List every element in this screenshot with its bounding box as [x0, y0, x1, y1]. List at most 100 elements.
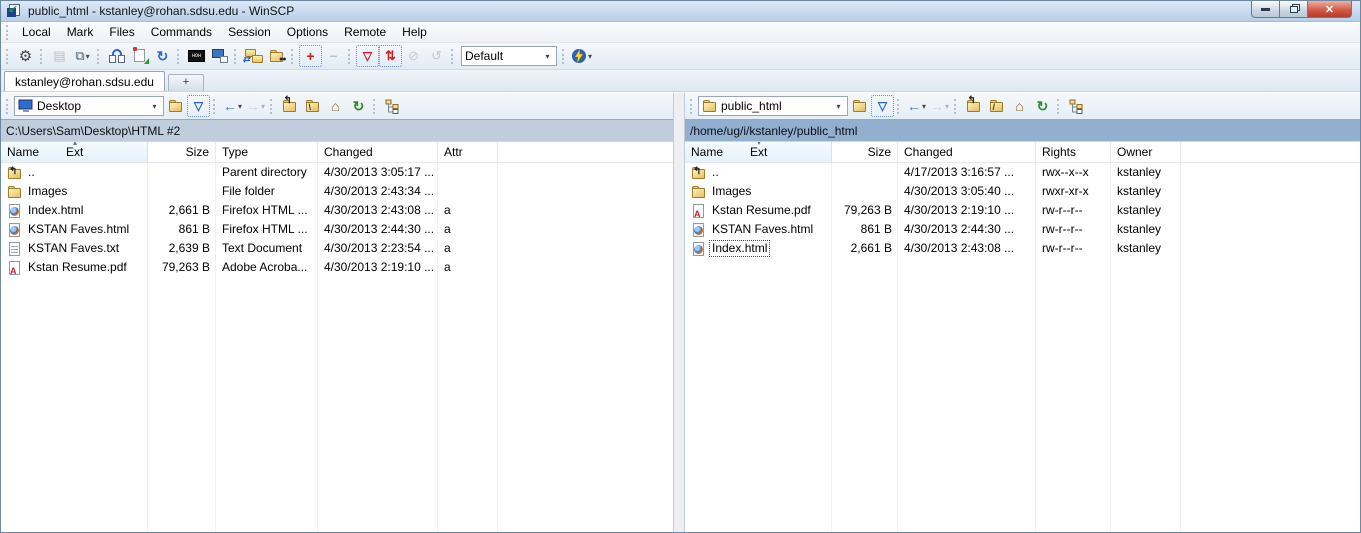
back-arrow-icon: ← [223, 98, 237, 114]
column-header-size[interactable]: Size [148, 142, 216, 162]
home-icon: ⌂ [1015, 98, 1023, 114]
remote-list-header: Name Ext ▾ Size Changed Rights Owner [685, 142, 1360, 163]
chevron-down-icon: ▾ [833, 102, 844, 111]
synchronize-button[interactable]: ⇄ [242, 45, 265, 67]
column-header-size[interactable]: Size [832, 142, 898, 162]
remote-directory-combo[interactable]: public_html ▾ [698, 96, 848, 116]
local-selector-value: Desktop [37, 99, 146, 113]
cell-type: File folder [216, 182, 318, 201]
file-name: Index.html [710, 241, 769, 256]
sort-transfer-button[interactable]: ⇅ [379, 45, 402, 67]
remote-refresh-button[interactable]: ↻ [1031, 95, 1054, 117]
column-header-ext[interactable]: Ext [66, 145, 83, 159]
local-open-directory-button[interactable] [164, 95, 187, 117]
cell-name: KSTAN Faves.html [1, 220, 148, 239]
open-folder-icon [852, 98, 868, 114]
file-name: Kstan Resume.pdf [710, 203, 813, 218]
lightning-dropdown-button[interactable]: ▾ [570, 45, 593, 67]
open-terminal-button[interactable] [208, 45, 231, 67]
local-refresh-button[interactable]: ↻ [347, 95, 370, 117]
file-row[interactable]: KSTAN Faves.txt2,639 BText Document4/30/… [1, 239, 673, 258]
remote-parent-directory-button[interactable]: ↰ [962, 95, 985, 117]
compare-directories-button[interactable] [128, 45, 151, 67]
local-back-button[interactable]: ←▾ [221, 95, 244, 117]
cell-attr [438, 163, 498, 182]
cell-name: ↰.. [1, 163, 148, 182]
column-header-name[interactable]: Name Ext ▾ [685, 142, 832, 162]
session-tab[interactable]: kstanley@rohan.sdsu.edu [4, 71, 165, 91]
remote-path-bar[interactable]: /home/ug/i/kstanley/public_html [685, 119, 1360, 141]
cell-size [832, 163, 898, 182]
window-title: public_html - kstanley@rohan.sdsu.edu - … [28, 4, 294, 18]
column-header-name[interactable]: Name Ext ▴ [1, 142, 148, 162]
menu-item-local[interactable]: Local [14, 23, 59, 41]
remote-file-list: Name Ext ▾ Size Changed Rights Owner ↰..… [685, 141, 1360, 532]
column-header-ext[interactable]: Ext [750, 145, 767, 159]
panel-splitter[interactable] [673, 93, 685, 532]
remote-root-directory-button[interactable]: / [985, 95, 1008, 117]
local-tree-button[interactable] [381, 95, 404, 117]
close-button[interactable]: ✕ [1307, 1, 1352, 18]
file-row[interactable]: ↰..4/17/2013 3:16:57 ...rwx--x--xkstanle… [685, 163, 1360, 182]
cell-name: KSTAN Faves.html [685, 220, 832, 239]
column-header-changed[interactable]: Changed [318, 142, 438, 162]
cell-size: 861 B [148, 220, 216, 239]
file-row[interactable]: Index.html2,661 B4/30/2013 2:43:08 ...rw… [685, 239, 1360, 258]
transfer-settings-combo[interactable]: Default ▾ [461, 46, 557, 66]
slash-circle-icon: ⊘ [408, 48, 419, 64]
toolbar-gripper [1057, 99, 1062, 114]
firefox-icon [691, 241, 707, 257]
duplicate-session-button[interactable]: ⧉▾ [71, 45, 94, 67]
local-filter-button[interactable]: ▽ [187, 95, 210, 117]
column-header-owner[interactable]: Owner [1111, 142, 1181, 162]
cell-size [832, 182, 898, 201]
file-row[interactable]: AKstan Resume.pdf79,263 B4/30/2013 2:19:… [685, 201, 1360, 220]
new-session-tab-button[interactable]: + [168, 74, 204, 91]
restore-button[interactable] [1279, 1, 1308, 18]
file-row[interactable]: KSTAN Faves.html861 B4/30/2013 2:44:30 .… [685, 220, 1360, 239]
menu-item-mark[interactable]: Mark [59, 23, 102, 41]
remote-back-button[interactable]: ←▾ [905, 95, 928, 117]
titlebar[interactable]: ↙ public_html - kstanley@rohan.sdsu.edu … [1, 1, 1360, 22]
synchronize-panels-button[interactable] [105, 45, 128, 67]
file-row[interactable]: Index.html2,661 BFirefox HTML ...4/30/20… [1, 201, 673, 220]
cell-name: AKstan Resume.pdf [685, 201, 832, 220]
remote-filter-button[interactable]: ▽ [871, 95, 894, 117]
file-row[interactable]: ↰..Parent directory4/30/2013 3:05:17 ... [1, 163, 673, 182]
menu-item-options[interactable]: Options [279, 23, 336, 41]
file-row[interactable]: KSTAN Faves.html861 BFirefox HTML ...4/3… [1, 220, 673, 239]
menu-item-commands[interactable]: Commands [143, 23, 220, 41]
menu-item-session[interactable]: Session [220, 23, 279, 41]
local-path-bar[interactable]: C:\Users\Sam\Desktop\HTML #2 [1, 119, 673, 141]
column-header-rights[interactable]: Rights [1036, 142, 1111, 162]
column-header-type[interactable]: Type [216, 142, 318, 162]
menu-item-files[interactable]: Files [101, 23, 142, 41]
remote-home-button[interactable]: ⌂ [1008, 95, 1031, 117]
local-home-button[interactable]: ⌂ [324, 95, 347, 117]
file-row[interactable]: Images4/30/2013 3:05:40 ...rwxr-xr-xksta… [685, 182, 1360, 201]
cell-type: Firefox HTML ... [216, 201, 318, 220]
file-row[interactable]: ImagesFile folder4/30/2013 2:43:34 ... [1, 182, 673, 201]
cell-attr: a [438, 220, 498, 239]
preferences-button[interactable]: ⚙ [14, 45, 37, 67]
menu-item-remote[interactable]: Remote [336, 23, 394, 41]
menu-item-help[interactable]: Help [394, 23, 435, 41]
find-files-button[interactable]: ●● [265, 45, 288, 67]
cell-rights: rw-r--r-- [1036, 220, 1111, 239]
local-drive-combo[interactable]: Desktop ▾ [14, 96, 164, 116]
filter-button[interactable]: ▽ [356, 45, 379, 67]
add-button[interactable]: + [299, 45, 322, 67]
open-console-button[interactable]: HOH [185, 45, 208, 67]
local-parent-directory-button[interactable]: ↰ [278, 95, 301, 117]
refresh-button[interactable]: ↻ [151, 45, 174, 67]
file-row[interactable]: AKstan Resume.pdf79,263 BAdobe Acroba...… [1, 258, 673, 277]
cell-size: 2,661 B [148, 201, 216, 220]
local-panel: Desktop ▾ ▽ ←▾ →▾ ↰ \ ⌂ ↻ [1, 93, 673, 532]
funnel-icon: ▽ [878, 99, 887, 113]
remote-tree-button[interactable] [1065, 95, 1088, 117]
column-header-attr[interactable]: Attr [438, 142, 498, 162]
local-root-directory-button[interactable]: \ [301, 95, 324, 117]
remote-open-directory-button[interactable] [848, 95, 871, 117]
minimize-button[interactable] [1251, 1, 1280, 18]
column-header-changed[interactable]: Changed [898, 142, 1036, 162]
